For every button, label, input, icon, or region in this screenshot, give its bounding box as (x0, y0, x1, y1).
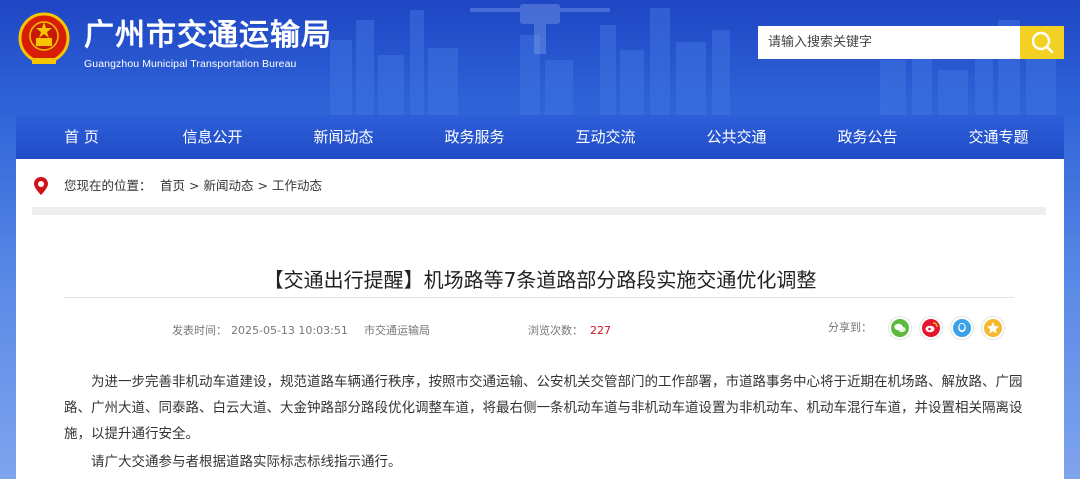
article-paragraph: 为进一步完善非机动车道建设，规范道路车辆通行秩序，按照市交通运输、公安机关交管部… (64, 374, 1023, 442)
search-icon (1031, 31, 1054, 54)
publish-time: 2025-05-13 10:03:51 (231, 324, 348, 337)
article-title: 【交通出行提醒】机场路等7条道路部分路段实施交通优化调整 (263, 268, 817, 293)
site-header: 广州市交通运输局 Guangzhou Municipal Transportat… (0, 0, 1080, 112)
search-box (758, 26, 1064, 59)
breadcrumb-work-news-link[interactable]: 工作动态 (272, 178, 322, 193)
wechat-icon[interactable] (888, 316, 912, 340)
share-label: 分享到： (828, 321, 872, 334)
title-divider (64, 297, 1014, 298)
nav-item-announcements[interactable]: 政务公告 (802, 115, 933, 159)
breadcrumb-news-link[interactable]: 新闻动态 (203, 178, 253, 193)
nav-item-home[interactable]: 首 页 (16, 115, 147, 159)
article-paragraph: 请广大交通参与者根据道路实际标志标线指示通行。 (91, 454, 402, 470)
nav-item-gov-services[interactable]: 政务服务 (409, 115, 540, 159)
nav-item-info-disclosure[interactable]: 信息公开 (147, 115, 278, 159)
location-pin-icon (34, 177, 48, 195)
breadcrumb-home-link[interactable]: 首页 (160, 178, 185, 193)
nav-item-news[interactable]: 新闻动态 (278, 115, 409, 159)
nav-item-public-transport[interactable]: 公共交通 (671, 115, 802, 159)
site-subtitle: Guangzhou Municipal Transportation Burea… (84, 58, 297, 70)
qzone-icon[interactable] (981, 316, 1005, 340)
breadcrumb-separator: > (189, 178, 200, 193)
main-nav: 首 页 信息公开 新闻动态 政务服务 互动交流 公共交通 政务公告 交通专题 (16, 115, 1064, 159)
weibo-icon[interactable] (919, 316, 943, 340)
nav-item-topics[interactable]: 交通专题 (933, 115, 1064, 159)
search-input[interactable] (758, 26, 1020, 59)
content-panel: 您现在的位置： 首页 > 新闻动态 > 工作动态 【交通出行提醒】机场路等7条道… (16, 159, 1064, 479)
views-count: 227 (590, 324, 611, 337)
nav-item-interaction[interactable]: 互动交流 (540, 115, 671, 159)
breadcrumb-divider (32, 207, 1046, 215)
breadcrumb-trail: 首页 > 新闻动态 > 工作动态 (160, 177, 322, 195)
site-title: 广州市交通运输局 (84, 18, 332, 53)
breadcrumb-label: 您现在的位置： (64, 178, 152, 193)
qq-icon[interactable] (950, 316, 974, 340)
breadcrumb-separator: > (257, 178, 268, 193)
views-label: 浏览次数： (528, 324, 583, 337)
search-button[interactable] (1020, 26, 1064, 59)
article-source: 市交通运输局 (364, 324, 430, 337)
publish-label: 发表时间： (172, 324, 227, 337)
national-emblem-icon[interactable] (18, 12, 70, 68)
